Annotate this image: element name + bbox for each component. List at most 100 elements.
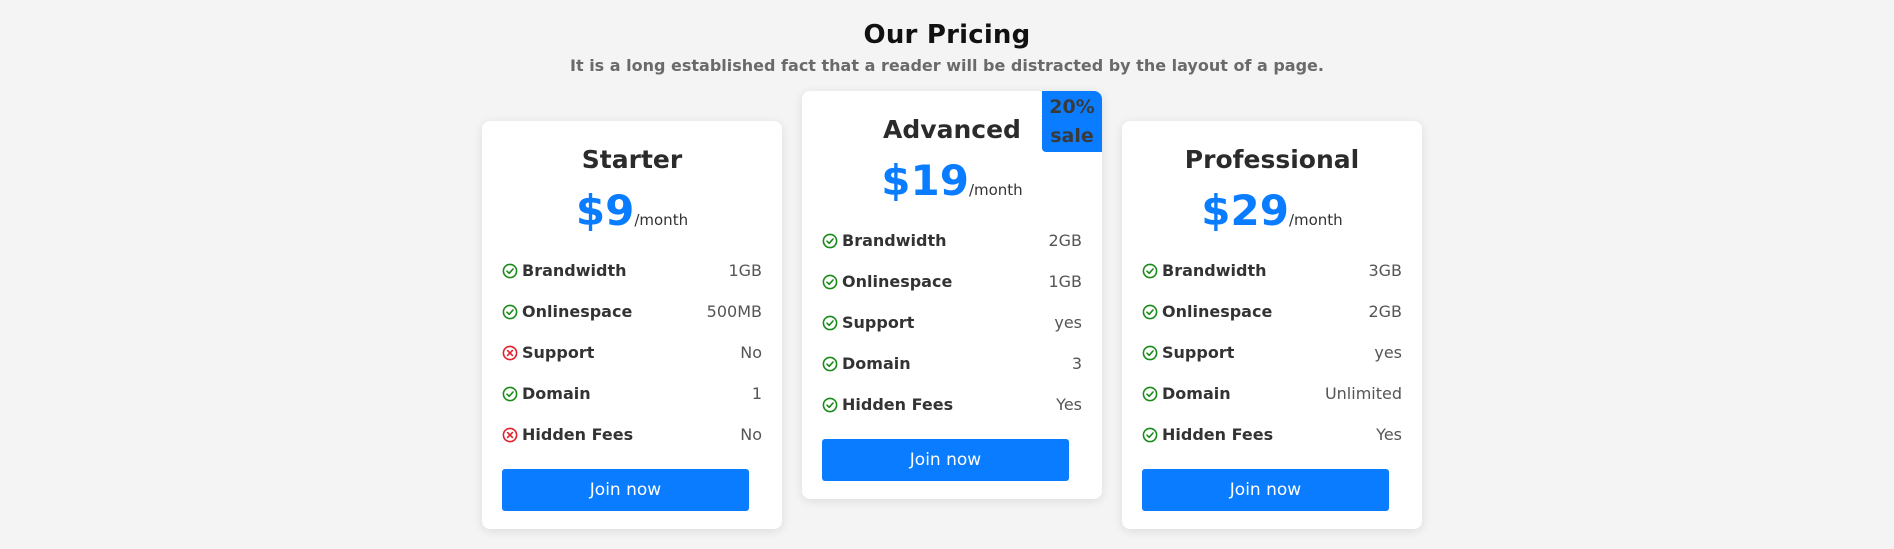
feature-label: Domain <box>1162 384 1231 403</box>
check-circle-icon <box>1142 345 1158 361</box>
feature-value: 2GB <box>1048 231 1082 250</box>
feature-row: Onlinespace 500MB <box>502 291 762 332</box>
feature-row: Domain 1 <box>502 373 762 414</box>
feature-label: Brandwidth <box>842 231 947 250</box>
feature-row: Support yes <box>822 302 1082 343</box>
feature-label: Brandwidth <box>522 261 627 280</box>
feature-value: 1GB <box>1048 272 1082 291</box>
check-circle-icon <box>822 397 838 413</box>
price-row: $9/month <box>502 190 762 232</box>
check-circle-icon <box>1142 304 1158 320</box>
x-circle-icon <box>502 345 518 361</box>
check-circle-icon <box>1142 427 1158 443</box>
feature-label: Domain <box>842 354 911 373</box>
plan-period: /month <box>968 181 1023 199</box>
feature-label: Onlinespace <box>842 272 953 291</box>
feature-left: Support <box>822 313 914 332</box>
feature-row: Brandwidth 3GB <box>1142 250 1402 291</box>
feature-value: No <box>740 343 762 362</box>
feature-left: Onlinespace <box>1142 302 1272 321</box>
pricing-card-starter: Starter $9/month Brandwidth 1GB Onlinespac… <box>482 121 782 529</box>
feature-label: Support <box>1162 343 1235 362</box>
feature-value: 3GB <box>1368 261 1402 280</box>
feature-value: yes <box>1054 313 1082 332</box>
feature-row: Hidden Fees Yes <box>1142 414 1402 455</box>
join-now-button[interactable]: Join now <box>822 439 1069 481</box>
feature-label: Hidden Fees <box>522 425 634 444</box>
feature-left: Hidden Fees <box>502 425 633 444</box>
feature-value: 1 <box>751 384 762 403</box>
sale-badge-percent: 20% <box>1049 96 1095 118</box>
feature-list: Brandwidth 2GB Onlinespace 1GB Support yes Dom… <box>822 220 1082 425</box>
check-circle-icon <box>822 233 838 249</box>
feature-label: Hidden Fees <box>1162 425 1274 444</box>
plan-name: Professional <box>1184 145 1360 174</box>
plan-price: $19 <box>881 156 969 205</box>
join-now-button[interactable]: Join now <box>502 469 749 511</box>
pricing-card-professional: Professional $29/month Brandwidth 3GB Onli… <box>1122 121 1422 529</box>
plan-price: $29 <box>1201 186 1289 235</box>
feature-left: Support <box>1142 343 1234 362</box>
join-now-button[interactable]: Join now <box>1142 469 1389 511</box>
feature-list: Brandwidth 3GB Onlinespace 2GB Support yes Dom… <box>1142 250 1402 455</box>
sale-badge-text: sale <box>1050 125 1094 147</box>
feature-row: Support No <box>502 332 762 373</box>
feature-row: Support yes <box>1142 332 1402 373</box>
check-circle-icon <box>1142 386 1158 402</box>
feature-left: Domain <box>502 384 591 403</box>
feature-list: Brandwidth 1GB Onlinespace 500MB Support No Do… <box>502 250 762 455</box>
pricing-page: Our Pricing It is a long established fac… <box>0 0 1894 549</box>
check-circle-icon <box>822 315 838 331</box>
feature-left: Support <box>502 343 594 362</box>
feature-label: Support <box>522 343 595 362</box>
feature-label: Onlinespace <box>522 302 633 321</box>
price-row: $19/month <box>822 160 1082 202</box>
pricing-header: Our Pricing It is a long established fac… <box>0 20 1894 75</box>
feature-value: Yes <box>1056 395 1082 414</box>
feature-left: Domain <box>1142 384 1231 403</box>
feature-row: Brandwidth 1GB <box>502 250 762 291</box>
pricing-card-advanced: 20% sale Advanced $19/month Brandwidth 2G… <box>802 91 1102 499</box>
plan-name: Starter <box>581 145 683 174</box>
price-row: $29/month <box>1142 190 1402 232</box>
feature-value: 2GB <box>1368 302 1402 321</box>
feature-label: Domain <box>522 384 591 403</box>
feature-value: 500MB <box>706 302 762 321</box>
feature-left: Onlinespace <box>502 302 632 321</box>
feature-left: Brandwidth <box>822 231 946 250</box>
feature-value: yes <box>1374 343 1402 362</box>
feature-value: 1GB <box>728 261 762 280</box>
feature-label: Brandwidth <box>1162 261 1267 280</box>
page-title: Our Pricing <box>863 20 1031 50</box>
check-circle-icon <box>822 356 838 372</box>
check-circle-icon <box>1142 263 1158 279</box>
feature-label: Support <box>842 313 915 332</box>
plan-period: /month <box>1288 211 1343 229</box>
feature-left: Domain <box>822 354 911 373</box>
feature-row: Domain Unlimited <box>1142 373 1402 414</box>
feature-row: Hidden Fees No <box>502 414 762 455</box>
feature-label: Onlinespace <box>1162 302 1273 321</box>
feature-value: No <box>740 425 762 444</box>
check-circle-icon <box>502 263 518 279</box>
feature-left: Onlinespace <box>822 272 952 291</box>
page-subtitle: It is a long established fact that a rea… <box>570 56 1324 75</box>
feature-value: Unlimited <box>1324 384 1402 403</box>
feature-left: Hidden Fees <box>1142 425 1273 444</box>
feature-value: Yes <box>1376 425 1402 444</box>
feature-row: Brandwidth 2GB <box>822 220 1082 261</box>
feature-value: 3 <box>1071 354 1082 373</box>
sale-badge: 20% sale <box>1042 91 1102 152</box>
feature-left: Brandwidth <box>502 261 626 280</box>
plan-period: /month <box>634 211 689 229</box>
feature-left: Hidden Fees <box>822 395 953 414</box>
x-circle-icon <box>502 427 518 443</box>
feature-label: Hidden Fees <box>842 395 954 414</box>
feature-row: Onlinespace 2GB <box>1142 291 1402 332</box>
check-circle-icon <box>502 304 518 320</box>
plan-price: $9 <box>575 186 635 235</box>
feature-left: Brandwidth <box>1142 261 1266 280</box>
feature-row: Domain 3 <box>822 343 1082 384</box>
check-circle-icon <box>822 274 838 290</box>
feature-row: Hidden Fees Yes <box>822 384 1082 425</box>
